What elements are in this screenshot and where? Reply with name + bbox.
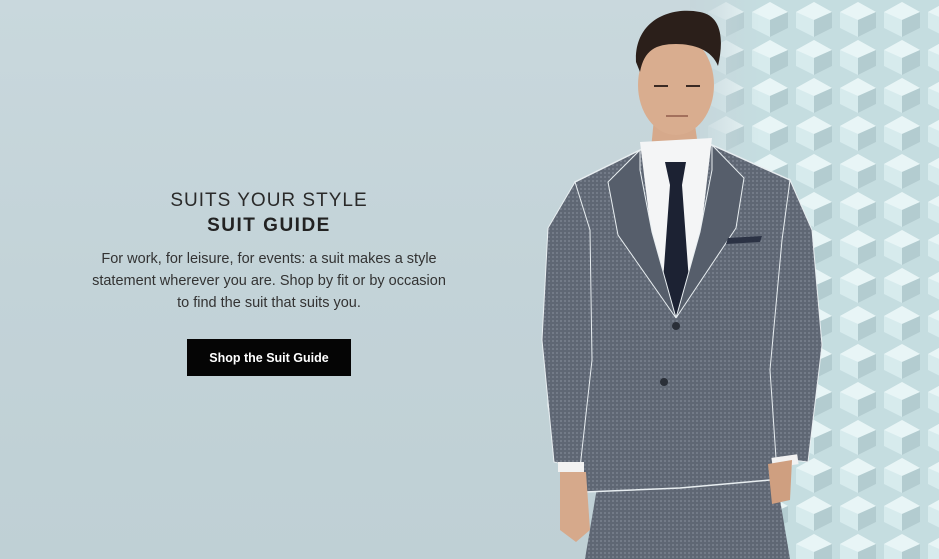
hero-description: For work, for leisure, for events: a sui…	[92, 251, 446, 311]
hero-banner: SUITS YOUR STYLE SUIT GUIDE For work, fo…	[0, 0, 939, 559]
hero-copy: SUITS YOUR STYLE SUIT GUIDE For work, fo…	[88, 188, 450, 314]
hero-eyebrow: SUITS YOUR STYLE	[170, 190, 368, 211]
hero-headline: SUIT GUIDE	[207, 215, 331, 236]
shop-suit-guide-button[interactable]: Shop the Suit Guide	[187, 339, 351, 376]
